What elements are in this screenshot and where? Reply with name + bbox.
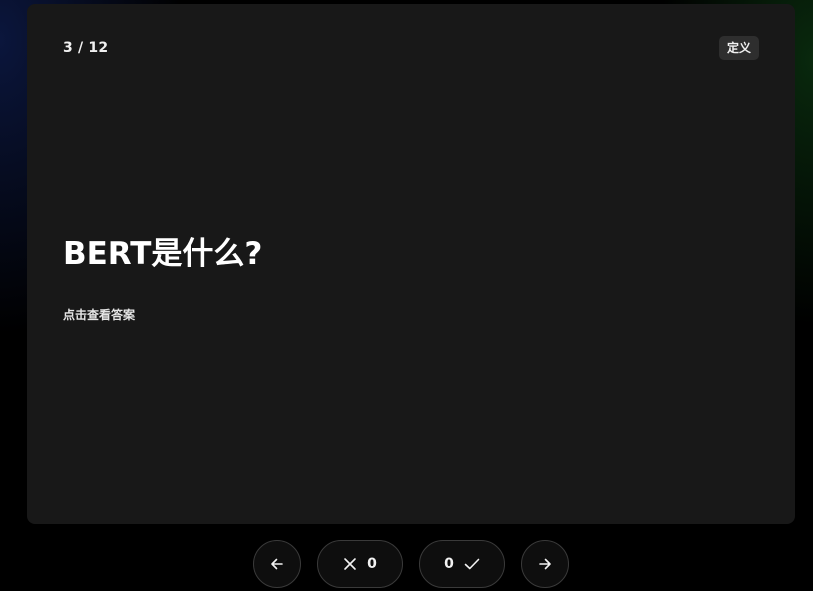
mark-wrong-button[interactable]: 0 <box>317 540 403 588</box>
x-icon <box>343 557 357 571</box>
wrong-count: 0 <box>367 556 377 572</box>
flashcard[interactable]: 3 / 12 定义 BERT是什么? 点击查看答案 <box>27 4 795 524</box>
card-question: BERT是什么? <box>63 236 263 272</box>
check-icon <box>464 557 480 571</box>
mark-right-button[interactable]: 0 <box>419 540 505 588</box>
reveal-hint: 点击查看答案 <box>63 308 136 322</box>
arrow-left-icon <box>269 556 285 572</box>
next-card-button[interactable] <box>521 540 569 588</box>
arrow-right-icon <box>537 556 553 572</box>
previous-card-button[interactable] <box>253 540 301 588</box>
card-controls: 0 0 <box>0 540 813 588</box>
category-tag: 定义 <box>718 36 759 60</box>
card-counter: 3 / 12 <box>63 40 109 56</box>
right-count: 0 <box>444 556 454 572</box>
